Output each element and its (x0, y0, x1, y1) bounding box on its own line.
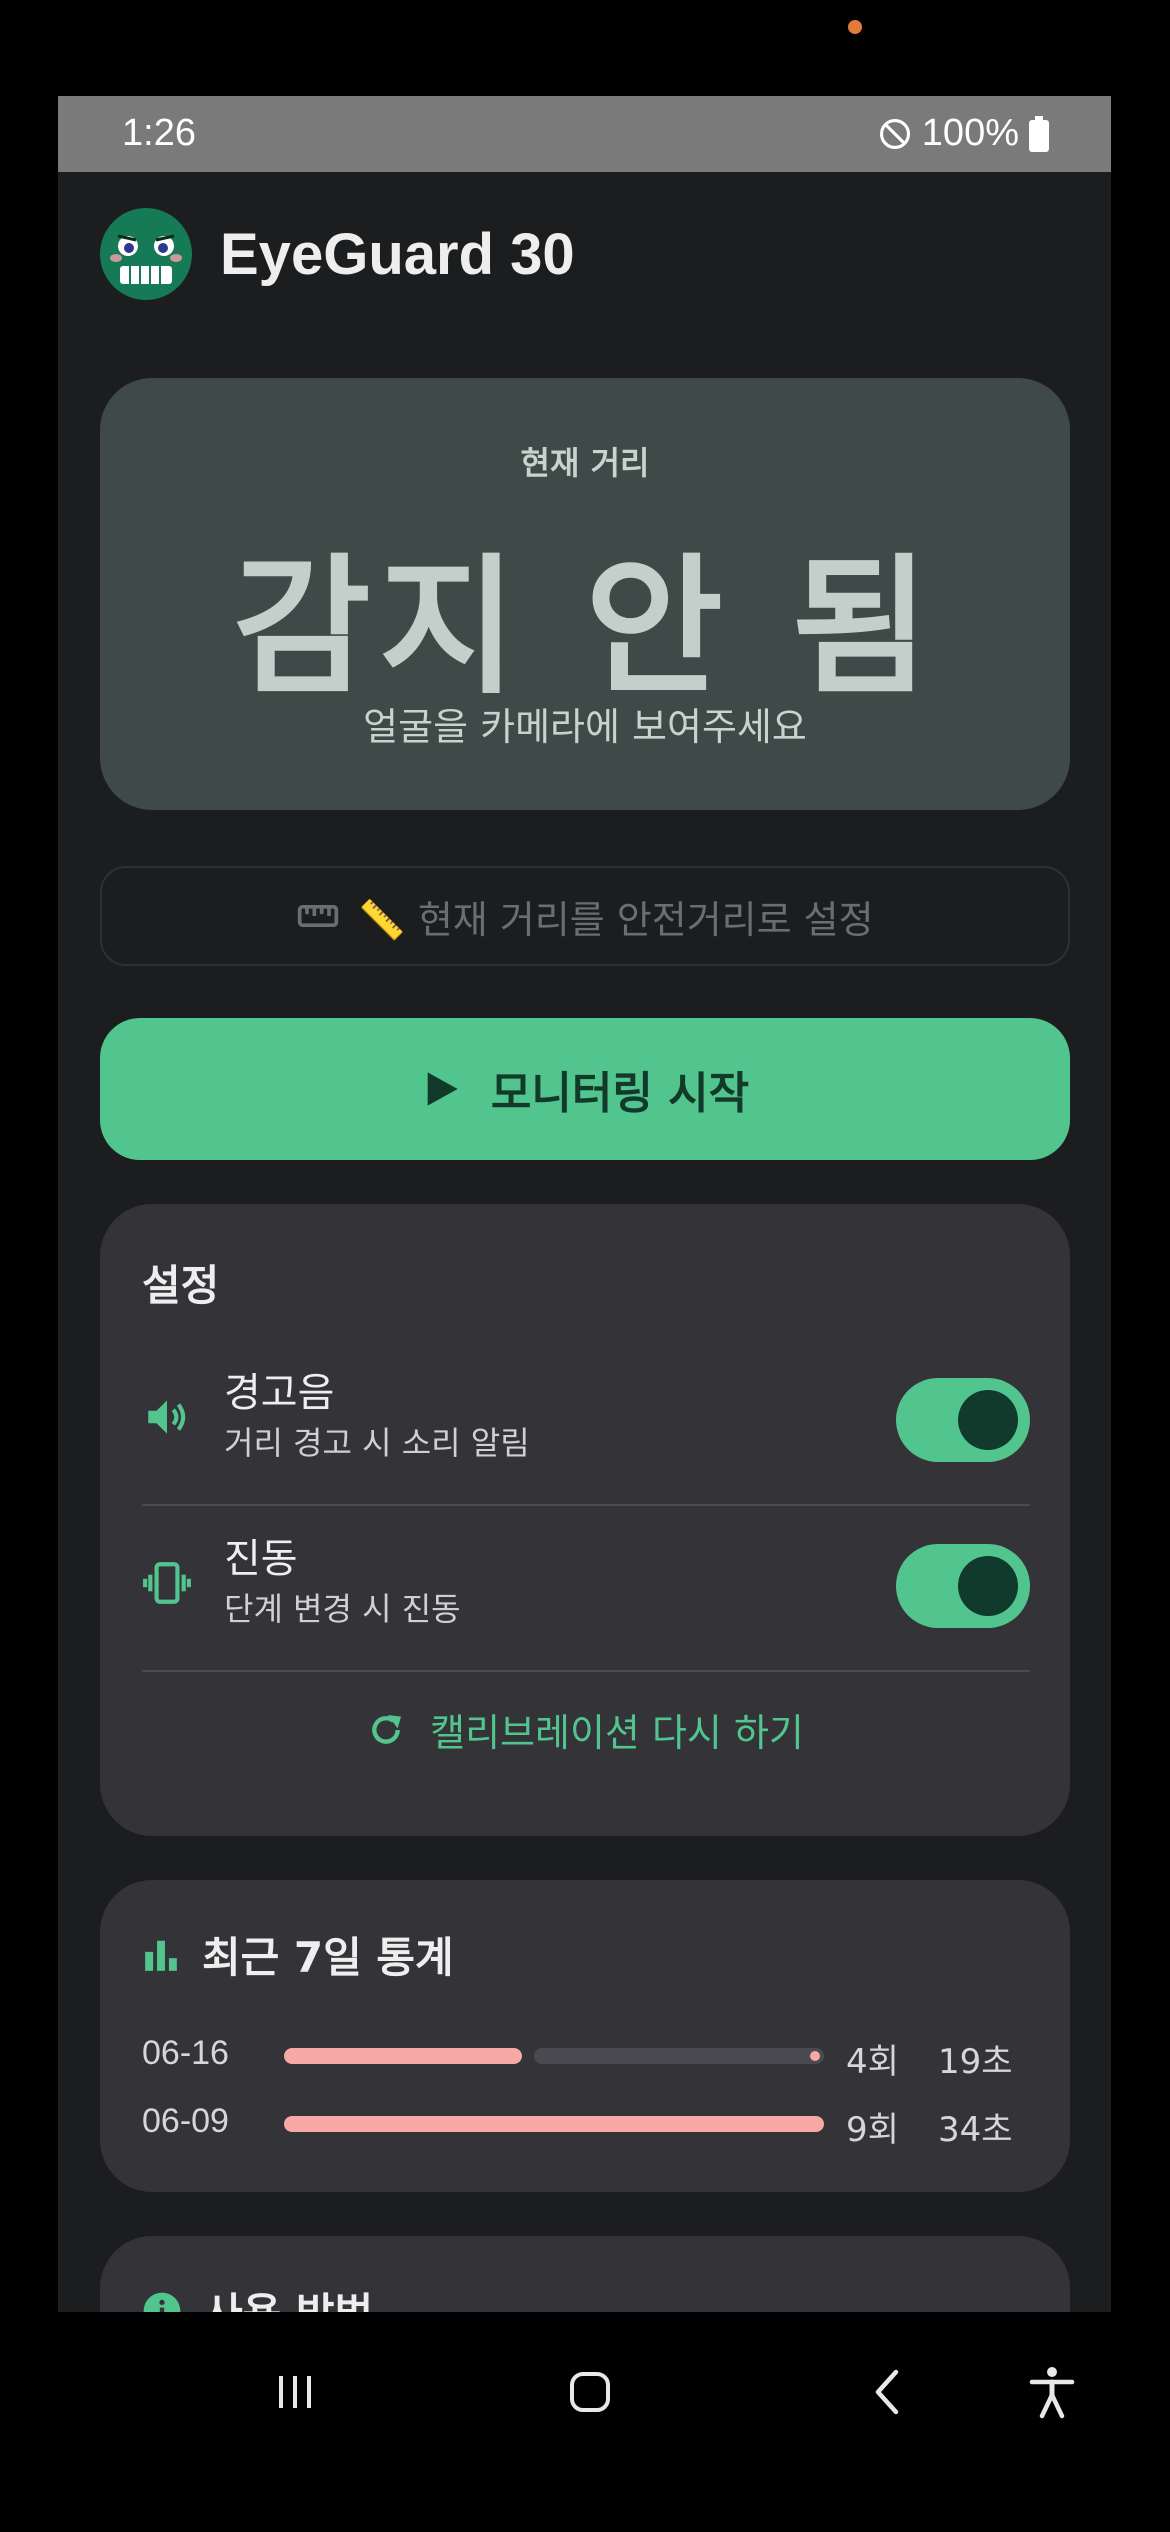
info-icon (143, 2292, 181, 2312)
status-indicators: 100% (878, 112, 1049, 155)
setting-desc-vibration: 단계 변경 시 진동 (224, 1590, 461, 1628)
battery-icon (1029, 115, 1049, 152)
sound-toggle-knob (958, 1390, 1018, 1450)
app-screen: 1:26 100% EyeGuard 30 현재 거리 감지 안 됨 얼굴을 카… (58, 96, 1111, 2312)
play-icon (427, 1072, 458, 1106)
stat-row: 06-09 9회 34초 (142, 2094, 1030, 2150)
battery-percent: 100% (921, 112, 1019, 154)
app-title: EyeGuard 30 (220, 221, 575, 287)
front-camera (848, 20, 862, 34)
sound-toggle[interactable] (896, 1378, 1030, 1462)
stat-date: 06-16 (142, 2034, 229, 2072)
vibration-toggle-knob (958, 1556, 1018, 1616)
app-header: EyeGuard 30 (100, 208, 575, 300)
setting-desc-sound: 거리 경고 시 소리 알림 (224, 1424, 530, 1462)
stats-header: 최근 7일 통계 (142, 1924, 454, 1985)
settings-card: 설정 경고음 거리 경고 시 소리 알림 진동 단계 변경 시 진동 캘리브레이… (100, 1204, 1070, 1836)
stat-row: 06-16 4회 19초 (142, 2026, 1030, 2082)
setting-label-sound: 경고음 (224, 1370, 335, 1416)
status-bar: 1:26 100% (58, 96, 1111, 172)
stat-bar-fill (284, 2048, 522, 2064)
stat-count: 9회 (846, 2110, 899, 2150)
ruler-icon (298, 905, 339, 927)
back-icon[interactable] (858, 2362, 918, 2422)
stats-title: 최근 7일 통계 (202, 1933, 454, 1982)
usage-title: 사용 방법 (204, 2280, 373, 2312)
stat-bar-end-dot (810, 2051, 820, 2061)
app-logo-icon (100, 208, 192, 300)
do-not-disturb-icon (879, 118, 910, 149)
volume-icon (148, 1400, 186, 1434)
set-safe-distance-label: 📏 현재 거리를 안전거리로 설정 (358, 897, 874, 942)
usage-header: 사용 방법 (142, 2280, 373, 2312)
setting-row-sound: 경고음 거리 경고 시 소리 알림 (142, 1340, 1030, 1506)
refresh-icon (372, 1714, 402, 1744)
stat-time: 34초 (938, 2110, 1013, 2150)
vibration-toggle[interactable] (896, 1544, 1030, 1628)
bar-chart-icon (145, 1940, 177, 1971)
stat-date: 06-09 (142, 2102, 229, 2140)
distance-card: 현재 거리 감지 안 됨 얼굴을 카메라에 보여주세요 (100, 378, 1070, 810)
stat-bar-remainder (534, 2048, 824, 2064)
start-monitoring-button[interactable]: 모니터링 시작 (100, 1018, 1070, 1160)
start-monitoring-label: 모니터링 시작 (490, 1068, 750, 1119)
vibration-icon (143, 1562, 191, 1604)
accessibility-icon[interactable] (1022, 2362, 1082, 2422)
status-time: 1:26 (122, 112, 196, 154)
stat-bar-fill (284, 2116, 824, 2132)
system-nav-bar (0, 2312, 1170, 2532)
stat-bar (284, 2048, 824, 2064)
stat-bar (284, 2116, 824, 2132)
set-safe-distance-button[interactable]: 📏 현재 거리를 안전거리로 설정 (100, 866, 1070, 966)
recalibrate-button[interactable]: 캘리브레이션 다시 하기 (100, 1702, 1070, 1757)
settings-title: 설정 (142, 1261, 220, 1310)
stats-card: 최근 7일 통계 06-16 4회 19초 06-09 9회 34초 (100, 1880, 1070, 2192)
setting-row-vibration: 진동 단계 변경 시 진동 (142, 1506, 1030, 1672)
recent-apps-icon[interactable] (265, 2362, 325, 2422)
home-icon[interactable] (560, 2362, 620, 2422)
usage-card[interactable]: 사용 방법 (100, 2236, 1070, 2312)
recalibrate-label: 캘리브레이션 다시 하기 (430, 1711, 804, 1755)
distance-hint: 얼굴을 카메라에 보여주세요 (363, 705, 807, 749)
setting-label-vibration: 진동 (224, 1536, 298, 1582)
distance-label: 현재 거리 (520, 444, 650, 482)
distance-value: 감지 안 됨 (232, 541, 938, 715)
stat-count: 4회 (846, 2042, 899, 2082)
stat-time: 19초 (938, 2042, 1013, 2082)
